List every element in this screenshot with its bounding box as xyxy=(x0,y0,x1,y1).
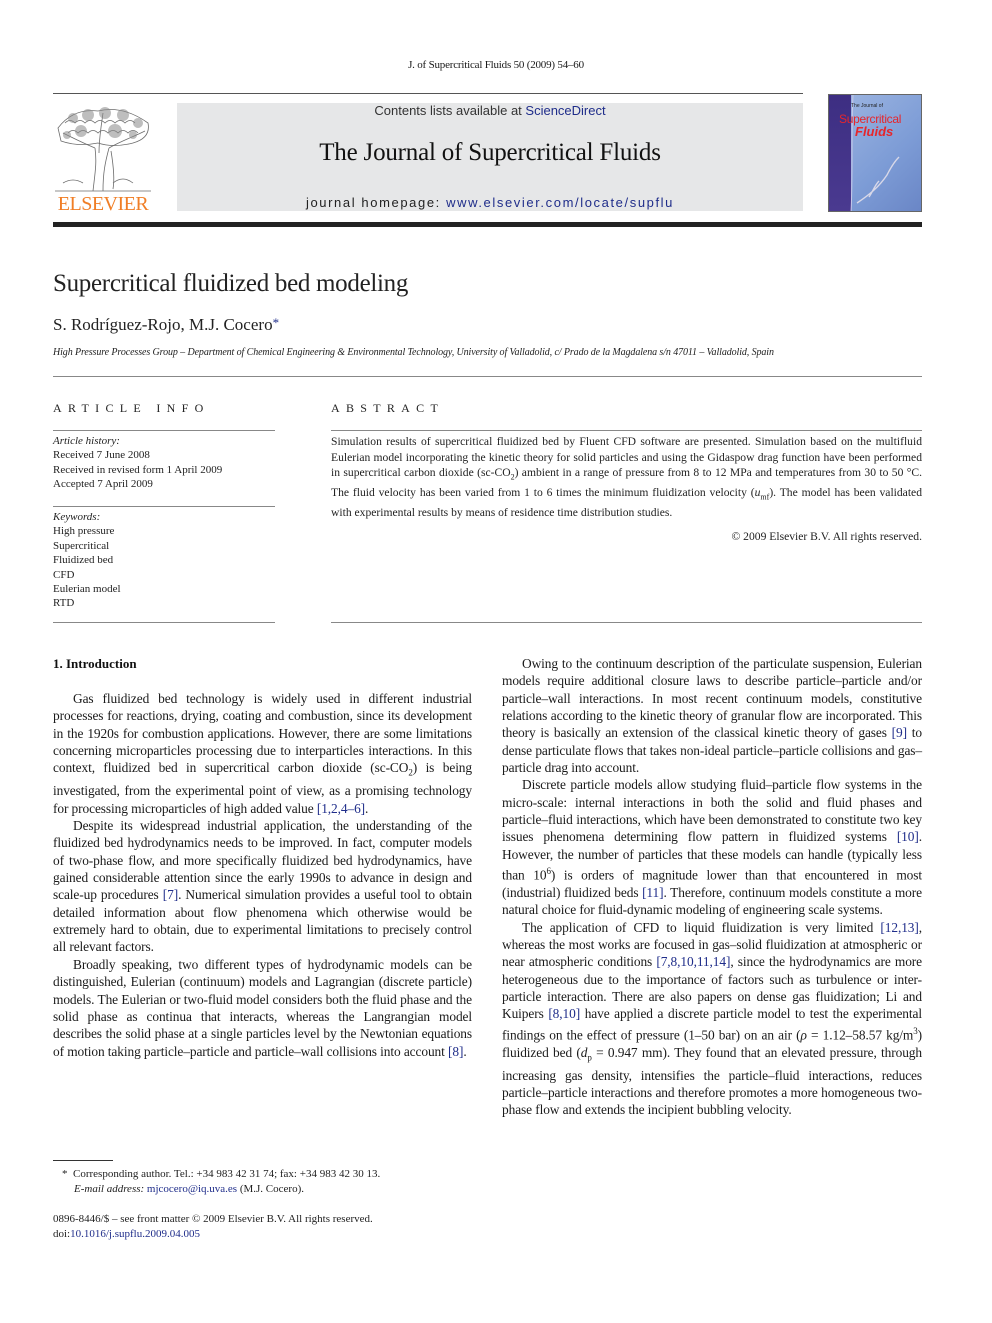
front-matter: 0896-8446/$ – see front matter © 2009 El… xyxy=(53,1212,373,1241)
corresponding-author-mark[interactable]: * xyxy=(273,315,280,330)
journal-homepage-link[interactable]: www.elsevier.com/locate/supflu xyxy=(446,195,674,210)
authors: S. Rodríguez-Rojo, M.J. Cocero* xyxy=(53,315,279,335)
doi-prefix: doi: xyxy=(53,1227,71,1240)
footnote: * Corresponding author. Tel.: +34 983 42… xyxy=(62,1167,380,1196)
keyword-item: Supercritical xyxy=(53,539,110,552)
author-names: S. Rodríguez-Rojo, M.J. Cocero xyxy=(53,315,273,334)
journal-title: The Journal of Supercritical Fluids xyxy=(319,139,661,166)
citation-link[interactable]: [8,10] xyxy=(548,1006,580,1021)
keyword-item: RTD xyxy=(53,597,75,610)
footnote-rule xyxy=(53,1160,113,1161)
email-label: E-mail address: xyxy=(74,1182,147,1195)
section-heading-introduction: 1. Introduction xyxy=(53,656,137,671)
citation-link[interactable]: [8] xyxy=(448,1044,463,1059)
paragraph: Broadly speaking, two different types of… xyxy=(53,956,472,1059)
running-head: J. of Supercritical Fluids 50 (2009) 54–… xyxy=(408,59,584,71)
homepage-prefix: journal homepage: xyxy=(305,195,447,210)
history-item: Received 7 June 2008 xyxy=(53,449,150,462)
paragraph: Owing to the continuum description of th… xyxy=(502,656,922,776)
issn-line: 0896-8446/$ – see front matter © 2009 El… xyxy=(53,1213,373,1225)
citation-link[interactable]: [7] xyxy=(163,887,178,902)
body-column-right: Owing to the continuum description of th… xyxy=(502,655,922,1119)
footnote-mark: * xyxy=(62,1168,68,1180)
keyword-item: High pressure xyxy=(53,525,115,538)
affiliation: High Pressure Processes Group – Departme… xyxy=(53,347,774,358)
journal-homepage-line: journal homepage: www.elsevier.com/locat… xyxy=(177,195,803,210)
journal-cover-image[interactable]: The Journal of Supercritical Fluids xyxy=(828,94,922,212)
contents-line: Contents lists available at ScienceDirec… xyxy=(177,103,803,118)
abstract-heading: ABSTRACT xyxy=(331,401,445,415)
elsevier-tree-icon xyxy=(55,107,151,192)
paragraph: Gas fluidized bed technology is widely u… xyxy=(53,691,472,816)
paragraph: Despite its widespread industrial applic… xyxy=(53,818,472,955)
citation-link[interactable]: [10] xyxy=(897,829,919,844)
divider xyxy=(53,506,275,507)
citation-link[interactable]: [11] xyxy=(642,885,664,900)
citation-link[interactable]: [1,2,4–6] xyxy=(317,801,365,816)
journal-masthead: Contents lists available at ScienceDirec… xyxy=(177,103,803,211)
header-thick-rule xyxy=(53,222,922,227)
citation-link[interactable]: [12,13] xyxy=(880,920,918,935)
cover-small-text: The Journal of xyxy=(851,103,883,109)
article-history: Article history: Received 7 June 2008 Re… xyxy=(53,434,222,492)
citation-link[interactable]: [7,8,10,11,14] xyxy=(656,954,730,969)
abstract-text: Simulation results of supercritical flui… xyxy=(331,435,922,520)
doi-link[interactable]: 10.1016/j.supflu.2009.04.005 xyxy=(70,1228,200,1240)
sciencedirect-link[interactable]: ScienceDirect xyxy=(525,103,605,118)
history-label: Article history: xyxy=(53,435,120,447)
citation-link[interactable]: [9] xyxy=(892,725,907,740)
divider xyxy=(53,430,275,431)
keyword-item: CFD xyxy=(53,568,75,581)
affiliation-rule xyxy=(53,376,922,377)
keywords: Keywords: High pressure Supercritical Fl… xyxy=(53,510,121,611)
abstract-copyright: © 2009 Elsevier B.V. All rights reserved… xyxy=(731,530,922,543)
cover-title-line2: Fluids xyxy=(855,124,894,139)
keyword-item: Eulerian model xyxy=(53,583,121,596)
body-column-left: Gas fluidized bed technology is widely u… xyxy=(53,690,472,1060)
paragraph: Discrete particle models allow studying … xyxy=(502,777,923,918)
footnote-text: Corresponding author. Tel.: +34 983 42 3… xyxy=(73,1168,381,1180)
article-info-heading: ARTICLE INFO xyxy=(53,401,210,415)
history-item: Accepted 7 April 2009 xyxy=(53,478,153,491)
divider xyxy=(331,622,922,623)
history-item: Received in revised form 1 April 2009 xyxy=(53,463,223,476)
article-title: Supercritical fluidized bed modeling xyxy=(53,270,409,297)
elsevier-logo[interactable]: ELSEVIER xyxy=(53,103,153,215)
divider xyxy=(53,622,275,623)
paragraph: The application of CFD to liquid fluidiz… xyxy=(502,919,922,1118)
divider xyxy=(331,430,922,431)
email-link[interactable]: mjcocero@iq.uva.es xyxy=(147,1183,237,1195)
top-rule xyxy=(53,93,803,94)
keywords-label: Keywords: xyxy=(53,511,101,523)
keyword-item: Fluidized bed xyxy=(53,554,114,567)
elsevier-wordmark: ELSEVIER xyxy=(57,193,149,215)
contents-prefix: Contents lists available at xyxy=(374,103,526,118)
email-suffix: (M.J. Cocero). xyxy=(237,1182,304,1195)
